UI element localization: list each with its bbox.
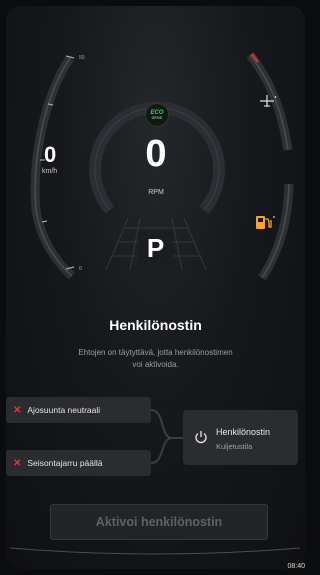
power-icon <box>195 431 207 444</box>
fail-x-icon: ✕ <box>13 404 22 416</box>
condition-direction-neutral: ✕ Ajosuunta neutraali <box>6 397 151 423</box>
rpm-value: 0 <box>145 133 167 175</box>
target-mode-card: Henkilönostin Kuljetustila <box>183 410 298 465</box>
drive-label: DRIVE <box>151 116 163 120</box>
bottom-arc <box>9 547 301 555</box>
speed-tick-bottom-label: 0 <box>79 266 82 272</box>
condition-label: Ajosuunta neutraali <box>27 405 101 415</box>
activate-aerial-lift-button[interactable]: Aktivoi henkilönostin <box>50 504 268 540</box>
rpm-label: RPM <box>148 189 164 196</box>
dialog-description-line2: voi aktivoida. <box>132 360 179 369</box>
gear-indicator: P <box>138 231 173 266</box>
airplane-icon <box>260 95 277 107</box>
dialog-description-line1: Ehtojen on täytyttävä, jotta henkilönost… <box>78 348 233 357</box>
eco-drive-badge: ECO DRIVE <box>145 103 169 127</box>
gauge-frame <box>9 52 301 555</box>
dialog-description: Ehtojen on täytyttävä, jotta henkilönost… <box>60 347 251 371</box>
right-frame-lower <box>258 183 294 281</box>
condition-connectors <box>150 409 183 464</box>
target-title: Henkilönostin <box>216 427 271 437</box>
status-clock: 08:40 <box>287 563 305 570</box>
condition-parking-brake: ✕ Seisontajarru päällä <box>6 450 151 476</box>
speed-unit: km/h <box>42 168 58 175</box>
target-subtitle: Kuljetustila <box>216 442 253 451</box>
dialog-title: Henkilönostin <box>109 317 202 333</box>
speed-tick-top-label: 50 <box>79 55 85 61</box>
fail-x-icon: ✕ <box>13 457 22 469</box>
condition-label: Seisontajarru päällä <box>27 458 103 468</box>
fuel-pump-icon <box>256 216 275 229</box>
speed-value: 0 <box>44 142 57 167</box>
